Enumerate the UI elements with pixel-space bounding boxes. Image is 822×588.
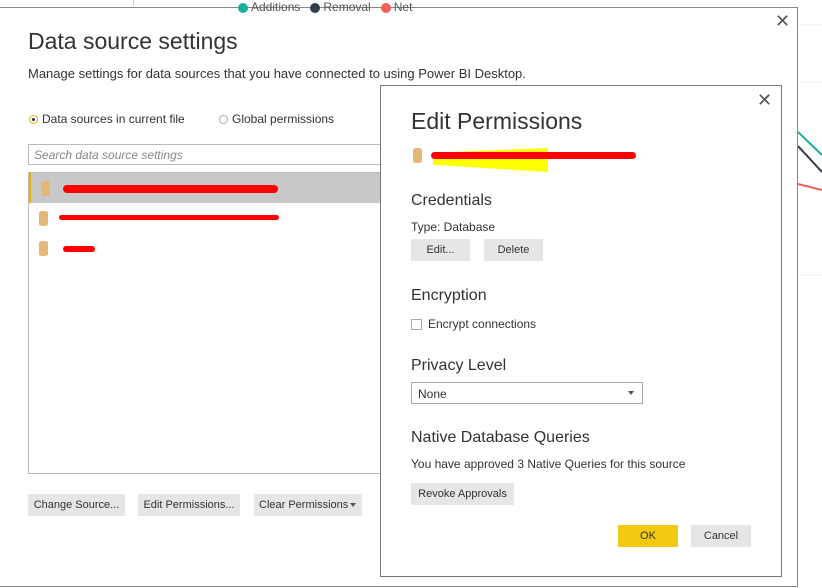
dropdown-arrow-icon <box>350 503 356 510</box>
background-chart <box>798 24 822 276</box>
credentials-heading: Credentials <box>411 192 492 209</box>
privacy-level-select[interactable]: None <box>411 382 643 404</box>
list-item[interactable] <box>29 233 387 263</box>
radio-selected-icon <box>29 114 38 124</box>
redacted-source-name <box>431 152 636 159</box>
encryption-heading: Encryption <box>411 287 487 304</box>
revoke-approvals-button[interactable]: Revoke Approvals <box>411 483 514 505</box>
cancel-button[interactable]: Cancel <box>691 525 751 547</box>
search-input[interactable]: Search data source settings <box>28 144 388 165</box>
net-line <box>798 183 822 191</box>
edit-permissions-button[interactable]: Edit Permissions... <box>138 494 240 516</box>
legend-net: Net <box>380 0 412 14</box>
ok-button[interactable]: OK <box>618 525 678 547</box>
edit-permissions-dialog: ✕ Edit Permissions Credentials Type: Dat… <box>380 85 782 577</box>
delete-credentials-button[interactable]: Delete <box>484 239 543 261</box>
change-source-button[interactable]: Change Source... <box>28 494 125 516</box>
radio-global-permissions[interactable]: Global permissions <box>219 112 334 126</box>
legend-additions: Additions <box>238 0 300 14</box>
database-icon <box>413 148 422 163</box>
checkbox-icon <box>411 318 422 330</box>
native-queries-text: You have approved 3 Native Queries for t… <box>411 457 686 471</box>
privacy-level-heading: Privacy Level <box>411 357 507 374</box>
background-chart-legend: Additions Removal Net <box>238 0 412 14</box>
dialog-description: Manage settings for data sources that yo… <box>28 66 526 81</box>
native-queries-heading: Native Database Queries <box>411 429 590 446</box>
redacted-name <box>59 215 279 220</box>
database-icon <box>41 180 50 196</box>
clear-permissions-button[interactable]: Clear Permissions <box>254 494 362 516</box>
close-icon[interactable]: ✕ <box>775 12 790 30</box>
redacted-name <box>63 185 278 193</box>
credential-type: Type: Database <box>411 220 496 234</box>
encrypt-connections-checkbox[interactable]: Encrypt connections <box>411 317 536 331</box>
close-icon[interactable]: ✕ <box>757 91 772 109</box>
redacted-name <box>63 246 95 252</box>
legend-removal: Removal <box>310 0 371 14</box>
list-item[interactable] <box>29 203 387 233</box>
dialog-title: Data source settings <box>28 28 238 54</box>
radio-current-file[interactable]: Data sources in current file <box>29 112 185 126</box>
list-item[interactable] <box>29 173 387 203</box>
edit-credentials-button[interactable]: Edit... <box>411 239 470 261</box>
background-divider <box>133 0 134 6</box>
radio-unselected-icon <box>219 114 228 124</box>
additions-line <box>798 131 822 156</box>
removal-line <box>798 145 822 173</box>
chevron-down-icon <box>628 391 634 398</box>
database-icon <box>39 210 48 226</box>
edit-permissions-title: Edit Permissions <box>411 108 583 134</box>
data-source-list <box>28 172 388 474</box>
database-icon <box>39 240 48 256</box>
